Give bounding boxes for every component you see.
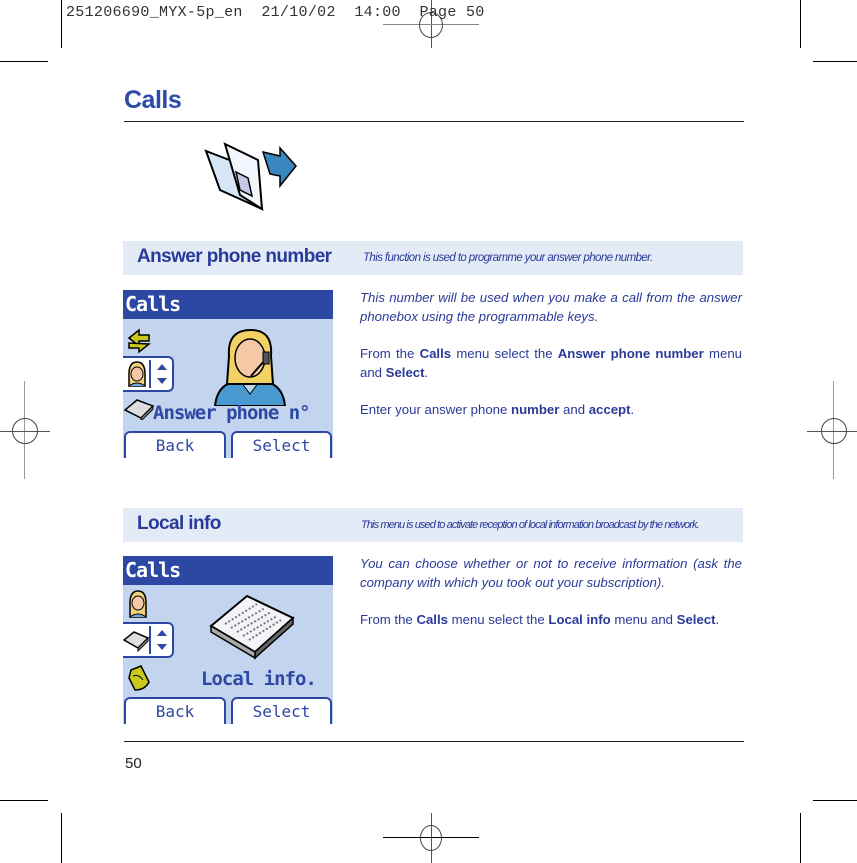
page-number: 50 xyxy=(125,755,142,772)
softkey-bar: Back Select xyxy=(123,428,333,458)
section-header-answer-phone: Answer phone number This function is use… xyxy=(123,241,743,275)
operator-headset-icon xyxy=(211,326,289,411)
select-softkey[interactable]: Select xyxy=(231,431,332,458)
header-rule xyxy=(124,121,744,122)
back-softkey[interactable]: Back xyxy=(124,697,226,724)
page-title: Calls xyxy=(124,86,182,114)
crop-mark xyxy=(800,813,801,863)
crop-mark xyxy=(61,0,62,48)
footer-rule xyxy=(124,741,744,742)
crop-mark xyxy=(0,61,48,62)
crop-mark xyxy=(0,800,48,801)
step-text: From the Calls menu select the Local inf… xyxy=(360,612,720,627)
scroll-down-icon[interactable] xyxy=(157,378,167,384)
section-header-local-info: Local info This menu is used to activate… xyxy=(123,508,743,542)
crop-mark xyxy=(813,800,857,801)
section-title: Answer phone number xyxy=(137,246,332,267)
divert-arrows-icon xyxy=(125,326,153,359)
section-body-answer-phone: This number will be used when you make a… xyxy=(360,289,742,439)
crop-mark xyxy=(813,61,857,62)
scroll-down-icon[interactable] xyxy=(157,644,167,650)
softkey-bar: Back Select xyxy=(123,694,333,724)
print-slug: 251206690_MYX-5p_en 21/10/02 14:00 Page … xyxy=(66,4,485,21)
menu-item-label: Local info. xyxy=(201,668,317,690)
operator-headset-icon xyxy=(127,589,149,624)
section-title: Local info xyxy=(137,513,221,534)
section-body-local-info: You can choose whether or not to receive… xyxy=(360,555,742,649)
menu-scroll-selector[interactable] xyxy=(123,356,174,392)
step-text: Enter your answer phone number and accep… xyxy=(360,402,635,417)
notepad-icon xyxy=(207,592,297,667)
phone-screen-answer-phone: Calls Answer phone n° Back Select xyxy=(123,290,333,458)
screen-header: Calls xyxy=(123,556,333,585)
operator-headset-icon xyxy=(126,360,148,393)
calls-folder-icon xyxy=(200,138,300,214)
phone-screen-local-info: Calls Local info. Back Select xyxy=(123,556,333,724)
section-description: This function is used to programme your … xyxy=(363,252,653,264)
step-text: From the Calls menu select the Answer ph… xyxy=(360,346,742,380)
intro-text: This number will be used when you make a… xyxy=(360,290,742,324)
scroll-up-icon[interactable] xyxy=(157,630,167,636)
notepad-icon xyxy=(123,398,155,425)
intro-text: You can choose whether or not to receive… xyxy=(360,556,742,590)
back-softkey[interactable]: Back xyxy=(124,431,226,458)
crop-mark xyxy=(61,813,62,863)
section-description: This menu is used to activate reception … xyxy=(361,519,700,531)
menu-scroll-selector[interactable] xyxy=(123,622,174,658)
scroll-up-icon[interactable] xyxy=(157,364,167,370)
select-softkey[interactable]: Select xyxy=(231,697,332,724)
notepad-icon xyxy=(123,630,150,657)
menu-item-label: Answer phone n° xyxy=(153,402,311,424)
crop-mark xyxy=(800,0,801,48)
screen-header: Calls xyxy=(123,290,333,319)
